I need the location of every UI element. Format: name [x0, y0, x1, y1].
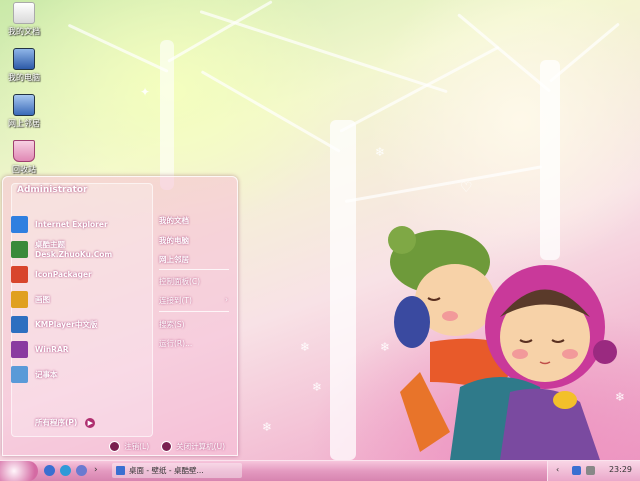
kmplayer-icon — [11, 315, 28, 333]
program-iconpackager[interactable]: IconPackager — [11, 263, 139, 285]
network-tray-icon[interactable] — [572, 466, 581, 475]
program-notepad[interactable]: 记事本 — [11, 363, 139, 385]
chevron-left-icon[interactable]: ‹ — [556, 465, 565, 474]
tree-branch — [67, 23, 169, 73]
logoff-icon — [109, 440, 121, 452]
tree-branch — [339, 45, 500, 133]
recycle-bin-icon — [13, 140, 35, 162]
snowflake-icon: ❄ — [375, 145, 386, 159]
tree-branch — [344, 165, 543, 203]
notepad-icon — [11, 365, 28, 383]
quicklaunch-media-icon[interactable] — [60, 465, 71, 476]
power-icon — [161, 440, 173, 452]
program-internet-explorer[interactable]: Internet Explorer — [11, 213, 139, 235]
start-button[interactable] — [0, 461, 38, 481]
program-label: 桌酷主题Desk.ZhuoKu.Com — [35, 240, 113, 259]
snowflake-icon: ❄ — [312, 380, 323, 394]
menu-separator — [159, 269, 229, 270]
menu-network[interactable]: 网上邻居 — [159, 254, 189, 265]
arrow-right-icon: ▶ — [85, 417, 96, 428]
menu-run[interactable]: 运行(R)... — [159, 338, 192, 349]
menu-connect-to[interactable]: 连接到(T) — [159, 295, 192, 306]
taskbar-window-button[interactable]: 桌面 - 壁纸 - 桌酷壁... — [112, 463, 242, 478]
desktop-icon-label: 我的电脑 — [8, 73, 40, 82]
paint-icon — [11, 290, 28, 308]
snowflake-icon: ❄ — [300, 340, 311, 354]
start-menu-footer: 注销(L) 关闭计算机(U) — [3, 437, 237, 455]
computer-icon — [13, 48, 35, 70]
start-menu-username: Administrator — [17, 185, 88, 195]
all-programs-button[interactable]: 所有程序(P) ▶ — [35, 417, 96, 428]
chevron-right-icon[interactable]: › — [94, 465, 102, 476]
tree-branch — [457, 13, 551, 93]
tree-trunk — [330, 120, 356, 460]
program-winrar[interactable]: WinRAR — [11, 338, 139, 360]
taskbar: › 桌面 - 壁纸 - 桌酷壁... ‹ 23:29 — [0, 460, 640, 481]
menu-control-panel[interactable]: 控制面板(C) — [159, 276, 200, 287]
snowflake-icon: ❄ — [262, 420, 273, 434]
desktop-icon-my-documents[interactable]: 我的文档 — [2, 2, 46, 37]
desktop-icon-my-computer[interactable]: 我的电脑 — [2, 48, 46, 83]
desktop-icon-recycle-bin[interactable]: 回收站 — [2, 140, 46, 175]
ie-icon — [11, 215, 28, 233]
logoff-label: 注销(L) — [124, 441, 150, 451]
system-tray: ‹ 23:29 — [547, 461, 640, 481]
desktop-icon-label: 我的文档 — [8, 27, 40, 36]
program-label: WinRAR — [35, 344, 69, 354]
tree-branch — [200, 70, 341, 153]
heart-sparkle-icon: ♡ — [460, 180, 473, 196]
taskbar-window-label: 桌面 - 壁纸 - 桌酷壁... — [129, 466, 204, 475]
program-label: Internet Explorer — [35, 219, 108, 229]
folder-documents-icon — [13, 2, 35, 24]
snowflake-icon: ✦ — [140, 85, 151, 99]
start-menu: Administrator Internet Explorer 桌酷主题Desk… — [2, 176, 238, 456]
desktop-icon-network[interactable]: 网上邻居 — [2, 94, 46, 129]
quicklaunch-desktop-icon[interactable] — [76, 465, 87, 476]
shutdown-label: 关闭计算机(U) — [176, 441, 225, 451]
clock: 23:29 — [608, 465, 632, 474]
program-kmplayer[interactable]: KMPlayer中文版 — [11, 313, 139, 335]
chevron-right-icon: › — [225, 295, 228, 304]
program-paint[interactable]: 画图 — [11, 288, 139, 310]
tree-branch — [199, 10, 448, 94]
tree-branch — [549, 22, 620, 83]
menu-search[interactable]: 搜索(S) — [159, 319, 185, 330]
menu-separator — [159, 311, 229, 312]
winrar-icon — [11, 340, 28, 358]
logoff-button[interactable]: 注销(L) — [109, 440, 150, 452]
volume-icon[interactable] — [586, 466, 595, 475]
program-label: 记事本 — [35, 369, 58, 379]
couple-illustration — [388, 226, 617, 460]
program-label: IconPackager — [35, 269, 92, 279]
desktop-icon-label: 网上邻居 — [8, 119, 40, 128]
menu-my-computer[interactable]: 我的电脑 — [159, 235, 189, 246]
program-zhuoku[interactable]: 桌酷主题Desk.ZhuoKu.Com — [11, 238, 139, 260]
iconpackager-icon — [11, 265, 28, 283]
program-label: KMPlayer中文版 — [35, 319, 98, 329]
tree-trunk — [160, 40, 174, 190]
menu-my-documents[interactable]: 我的文档 — [159, 215, 189, 226]
ie-icon — [116, 466, 125, 475]
program-label: 画图 — [35, 294, 50, 304]
all-programs-label: 所有程序(P) — [35, 418, 78, 427]
desktop-icon-label: 回收站 — [12, 165, 36, 174]
shutdown-button[interactable]: 关闭计算机(U) — [161, 440, 225, 452]
quicklaunch-ie-icon[interactable] — [44, 465, 55, 476]
network-icon — [13, 94, 35, 116]
zhuoku-icon — [11, 240, 28, 258]
